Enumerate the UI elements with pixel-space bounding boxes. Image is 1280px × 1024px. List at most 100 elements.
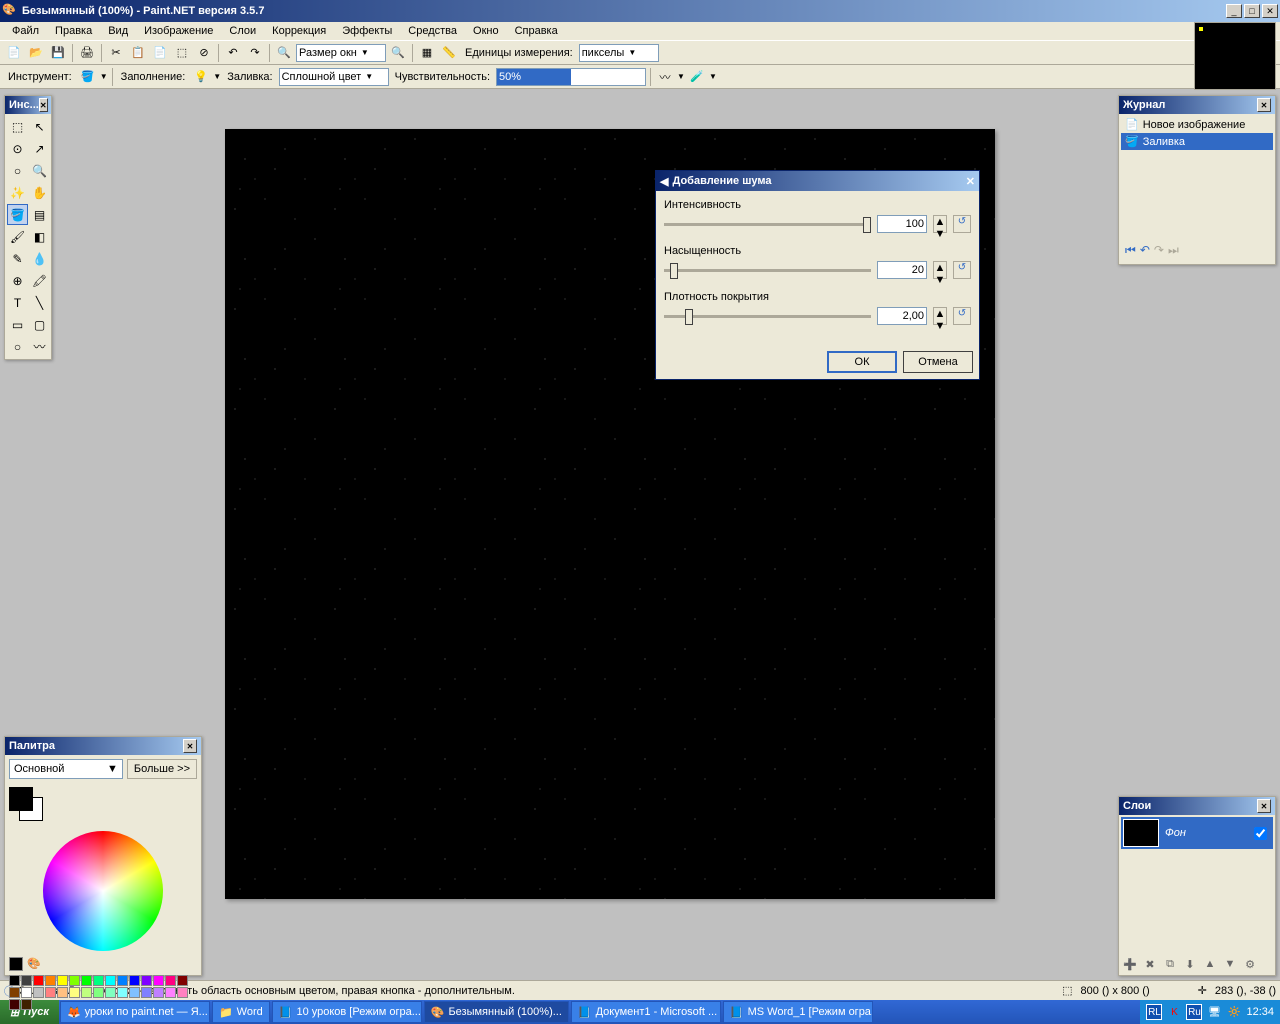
layer-item[interactable]: Фон — [1121, 817, 1273, 849]
palette-color[interactable] — [69, 975, 80, 986]
maximize-button[interactable]: □ — [1244, 4, 1260, 18]
delete-layer-icon[interactable]: ✖ — [1141, 955, 1159, 973]
antialias-icon[interactable]: 〰 — [655, 67, 675, 87]
intensity-reset-icon[interactable]: ↺ — [953, 215, 971, 233]
task-button[interactable]: 📁Word — [212, 1001, 270, 1023]
palette-color[interactable] — [165, 975, 176, 986]
move-selection-tool[interactable]: ↗ — [29, 138, 50, 159]
palette-color[interactable] — [93, 975, 104, 986]
ellipse-tool[interactable]: ○ — [7, 336, 28, 357]
tools-close-icon[interactable]: ✕ — [39, 98, 48, 112]
intensity-slider[interactable] — [664, 223, 871, 226]
move-down-icon[interactable]: ▼ — [1221, 955, 1239, 973]
layer-props-icon[interactable]: ⚙ — [1241, 955, 1259, 973]
move-tool[interactable]: ↖ — [29, 116, 50, 137]
coverage-spinner[interactable]: ▲▼ — [933, 307, 947, 325]
units-combo[interactable]: пикселы▼ — [579, 44, 659, 62]
save-icon[interactable]: 💾 — [48, 43, 68, 63]
palette-color[interactable] — [153, 975, 164, 986]
current-tool-icon[interactable]: 🪣 — [78, 67, 98, 87]
recolor-tool[interactable]: 🖍 — [29, 270, 50, 291]
blend-icon[interactable]: 🧪 — [687, 67, 707, 87]
eraser-tool[interactable]: ◧ — [29, 226, 50, 247]
magic-wand-tool[interactable]: ✨ — [7, 182, 28, 203]
more-button[interactable]: Больше >> — [127, 759, 197, 779]
add-layer-icon[interactable]: ➕ — [1121, 955, 1139, 973]
ellipse-select-tool[interactable]: ○ — [7, 160, 28, 181]
task-button[interactable]: 📘10 уроков [Режим огра... — [272, 1001, 422, 1023]
palette-color[interactable] — [93, 987, 104, 998]
duplicate-layer-icon[interactable]: ⧉ — [1161, 955, 1179, 973]
palette-color[interactable] — [21, 987, 32, 998]
history-last-icon[interactable]: ⏭ — [1168, 243, 1179, 258]
palette-color[interactable] — [9, 975, 20, 986]
color-wheel[interactable] — [43, 831, 163, 951]
coverage-slider[interactable] — [664, 315, 871, 318]
zoom-in-icon[interactable]: 🔍 — [388, 43, 408, 63]
tray-icon[interactable]: 🔆 — [1226, 1004, 1242, 1020]
menu-adjust[interactable]: Коррекция — [264, 23, 334, 39]
menu-view[interactable]: Вид — [100, 23, 136, 39]
coverage-reset-icon[interactable]: ↺ — [953, 307, 971, 325]
history-undo-icon[interactable]: ↶ — [1140, 243, 1150, 258]
saturation-input[interactable] — [877, 261, 927, 279]
rect-select-tool[interactable]: ⬚ — [7, 116, 28, 137]
task-button[interactable]: 🎨Безымянный (100%)... — [424, 1001, 569, 1023]
undo-icon[interactable]: ↶ — [223, 43, 243, 63]
palette-color[interactable] — [117, 975, 128, 986]
menu-layers[interactable]: Слои — [221, 23, 264, 39]
palette-color[interactable] — [33, 987, 44, 998]
paint-bucket-tool[interactable]: 🪣 — [7, 204, 28, 225]
lasso-tool[interactable]: ⊙ — [7, 138, 28, 159]
history-close-icon[interactable]: ✕ — [1257, 98, 1271, 112]
history-item[interactable]: 🪣Заливка — [1121, 133, 1273, 150]
saturation-slider[interactable] — [664, 269, 871, 272]
deselect-icon[interactable]: ⊘ — [194, 43, 214, 63]
palette-color[interactable] — [105, 987, 116, 998]
palette-color[interactable] — [57, 987, 68, 998]
sensitivity-input[interactable]: 50% — [496, 68, 646, 86]
palette-color[interactable] — [21, 999, 32, 1010]
intensity-spinner[interactable]: ▲▼ — [933, 215, 947, 233]
new-icon[interactable]: 📄 — [4, 43, 24, 63]
tray-icon[interactable]: 🖥 — [1206, 1004, 1222, 1020]
line-tool[interactable]: ╲ — [29, 292, 50, 313]
pencil-tool[interactable]: ✎ — [7, 248, 28, 269]
palette-color[interactable] — [57, 975, 68, 986]
dialog-close-icon[interactable]: ✕ — [966, 175, 975, 188]
palette-color[interactable] — [129, 987, 140, 998]
document-thumbnail[interactable] — [1194, 22, 1276, 90]
menu-help[interactable]: Справка — [507, 23, 566, 39]
print-icon[interactable]: 🖨 — [77, 43, 97, 63]
cancel-button[interactable]: Отмена — [903, 351, 973, 373]
history-redo-icon[interactable]: ↷ — [1154, 243, 1164, 258]
ruler-icon[interactable]: 📏 — [439, 43, 459, 63]
saturation-spinner[interactable]: ▲▼ — [933, 261, 947, 279]
color-picker-tool[interactable]: 💧 — [29, 248, 50, 269]
palette-color[interactable] — [45, 975, 56, 986]
palette-color[interactable] — [177, 975, 188, 986]
zoom-fit-icon[interactable]: 🔍 — [274, 43, 294, 63]
redo-icon[interactable]: ↷ — [245, 43, 265, 63]
tray-icon[interactable]: Ru — [1186, 1004, 1202, 1020]
flood-combo[interactable]: Сплошной цвет▼ — [279, 68, 389, 86]
tray-icon[interactable]: RL — [1146, 1004, 1162, 1020]
brush-tool[interactable]: 🖌 — [7, 226, 28, 247]
rect-tool[interactable]: ▭ — [7, 314, 28, 335]
menu-window[interactable]: Окно — [465, 23, 507, 39]
history-item[interactable]: 📄Новое изображение — [1121, 116, 1273, 133]
menu-edit[interactable]: Правка — [47, 23, 100, 39]
layers-close-icon[interactable]: ✕ — [1257, 799, 1271, 813]
menu-image[interactable]: Изображение — [136, 23, 221, 39]
history-first-icon[interactable]: ⏮ — [1125, 243, 1136, 258]
gradient-tool[interactable]: ▤ — [29, 204, 50, 225]
palette-color[interactable] — [9, 999, 20, 1010]
primary-color-swatch[interactable] — [9, 787, 33, 811]
tray-icon[interactable]: K — [1166, 1004, 1182, 1020]
palette-color[interactable] — [165, 987, 176, 998]
palette-color[interactable] — [33, 975, 44, 986]
palette-color[interactable] — [153, 987, 164, 998]
coverage-input[interactable] — [877, 307, 927, 325]
move-up-icon[interactable]: ▲ — [1201, 955, 1219, 973]
zoom-combo[interactable]: Размер окн▼ — [296, 44, 386, 62]
